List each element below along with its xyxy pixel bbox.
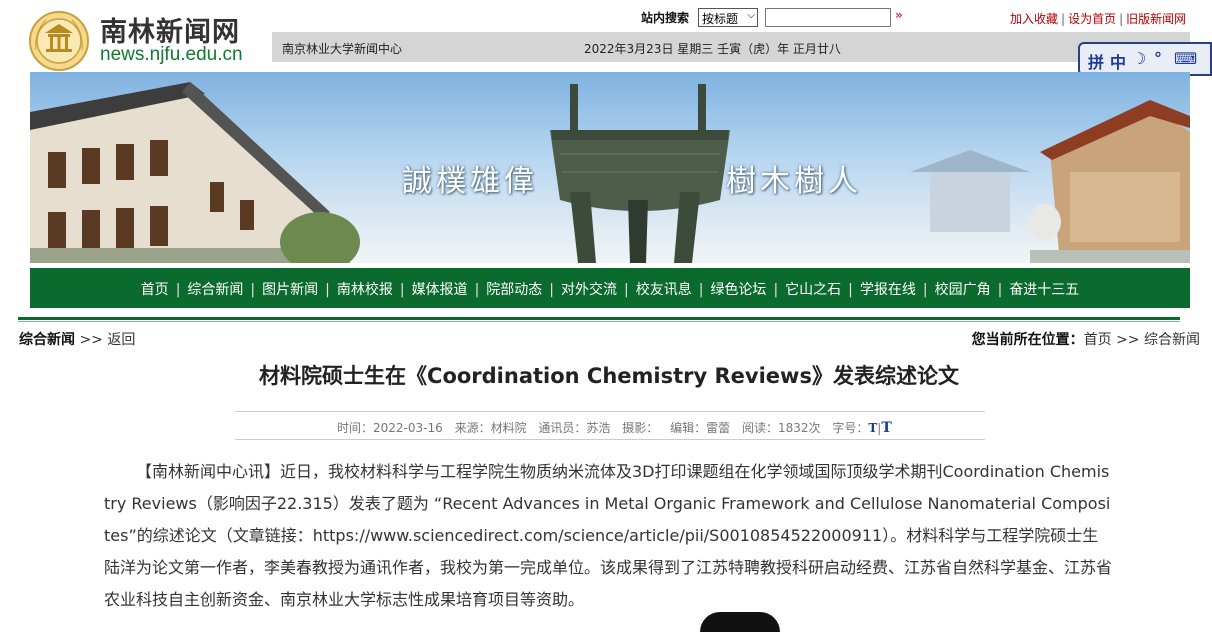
nav-item[interactable]: 首页 (141, 282, 169, 298)
nav-separator: | (325, 282, 330, 298)
font-size-large-button[interactable]: T (881, 420, 891, 436)
nav-items: 首页 | 综合新闻 | 图片新闻 | 南林校报 | 媒体报道 | 院部动态 | 对外交流 | 校友讯息 | 绿色… (30, 279, 1190, 299)
article-body: 【南林新闻中心讯】近日，我校材料科学与工程学院生物质纳米流体及3D打印课题组在化… (104, 456, 1112, 616)
section-divider (18, 317, 1180, 320)
breadcrumb-current-link[interactable]: 综合新闻 (1144, 332, 1200, 348)
nav-separator: | (250, 282, 256, 298)
location-label: 您当前所在位置： (971, 332, 1084, 348)
nav-item[interactable]: 学报在线 (860, 282, 916, 298)
section-name[interactable]: 综合新闻 (19, 332, 75, 348)
meta-reporter: 通讯员：苏浩 (538, 421, 611, 435)
meta-fontsize-label: 字号： (832, 421, 869, 435)
current-date: 2022年3月23日 星期三 壬寅（虎）年 正月廿八 (584, 42, 841, 56)
set-homepage-link[interactable]: 设为首页 (1068, 12, 1116, 26)
nav-separator: | (399, 282, 405, 298)
chinese-mode-icon[interactable]: 中 (1110, 49, 1126, 73)
back-prefix: >> (79, 332, 103, 348)
site-url[interactable]: news.njfu.edu.cn (100, 44, 243, 66)
banner-slogan-right: 樹木樹人 (726, 164, 862, 199)
meta-time: 时间：2022-03-16 (337, 421, 443, 435)
org-name: 南京林业大学新闻中心 (282, 42, 403, 56)
punctuation-icon[interactable]: ° (1154, 49, 1162, 68)
pinyin-icon[interactable]: 拼 (1088, 49, 1104, 73)
article-meta: 时间：2022-03-16 来源：材料院 通讯员：苏浩 摄影： 编辑：雷蕾 阅读… (337, 419, 892, 436)
search-input[interactable] (765, 8, 891, 27)
breadcrumb-home-link[interactable]: 首页 (1084, 332, 1112, 348)
nav-separator: | (922, 282, 928, 298)
old-site-link[interactable]: 旧版新闻网 (1126, 12, 1186, 26)
main-nav: 首页 | 综合新闻 | 图片新闻 | 南林校报 | 媒体报道 | 院部动态 | 对外交流 | 校友讯息 | 绿色… (30, 268, 1190, 308)
nav-item[interactable]: 综合新闻 (187, 282, 243, 298)
meta-editor: 编辑：雷蕾 (670, 421, 731, 435)
section-breadcrumb: 综合新闻 >> 返回 (19, 329, 135, 349)
section-divider-thin (18, 321, 1180, 322)
nav-item[interactable]: 绿色论坛 (710, 282, 766, 298)
keyboard-icon[interactable]: ⌨ (1174, 49, 1197, 68)
nav-item[interactable]: 奋进十三五 (1009, 282, 1079, 298)
meta-divider-top (235, 411, 985, 412)
nav-item[interactable]: 校友讯息 (636, 282, 692, 298)
search-scope-select[interactable]: 按标题 ⌵ (698, 8, 758, 27)
banner-slogan-left: 誠樸雄偉 (402, 164, 538, 199)
moon-icon[interactable]: ☽ (1132, 49, 1146, 68)
nav-separator: | (624, 282, 629, 298)
ime-toolbar[interactable]: 拼 中 ☽ ° ⌨ (1078, 42, 1212, 76)
nav-item[interactable]: 媒体报道 (412, 282, 468, 298)
info-bar: 南京林业大学新闻中心 2022年3月23日 星期三 壬寅（虎）年 正月廿八 (272, 32, 1190, 62)
nav-separator: | (474, 282, 480, 298)
meta-divider-bottom (235, 439, 985, 440)
nav-item[interactable]: 它山之石 (785, 282, 841, 298)
breadcrumb-arrow: >> (1116, 332, 1140, 348)
nav-separator: | (848, 282, 853, 298)
nav-item[interactable]: 图片新闻 (262, 282, 318, 298)
meta-views: 阅读：1832次 (741, 421, 821, 435)
nav-item[interactable]: 校园广角 (935, 282, 991, 298)
search-label: 站内搜索 (641, 11, 690, 25)
add-favorite-link[interactable]: 加入收藏 (1010, 12, 1058, 26)
nav-separator: | (997, 282, 1003, 298)
meta-photo: 摄影： (622, 421, 659, 435)
nav-separator: | (773, 282, 779, 298)
campus-banner: 誠樸雄偉 樹木樹人 (30, 72, 1190, 263)
university-emblem-logo[interactable] (28, 10, 90, 72)
article-title: 材料院硕士生在《Coordination Chemistry Reviews》发… (259, 364, 959, 388)
top-links: 加入收藏 | 设为首页 | 旧版新闻网 (1010, 12, 1187, 26)
nav-item[interactable]: 院部动态 (486, 282, 542, 298)
article-image (700, 612, 780, 632)
nav-item[interactable]: 对外交流 (561, 282, 617, 298)
article-paragraph: 【南林新闻中心讯】近日，我校材料科学与工程学院生物质纳米流体及3D打印课题组在化… (104, 462, 1113, 609)
nav-item[interactable]: 南林校报 (337, 282, 393, 298)
nav-separator: | (698, 282, 704, 298)
search-go-button[interactable]: » (895, 8, 903, 22)
font-size-small-button[interactable]: T (868, 421, 877, 435)
chevron-down-icon: ⌵ (747, 10, 755, 21)
back-link[interactable]: 返回 (107, 332, 135, 348)
meta-source: 来源：材料院 (454, 421, 527, 435)
search-scope-value: 按标题 (702, 12, 739, 26)
nav-separator: | (175, 282, 181, 298)
banner-illustration (30, 82, 1190, 263)
nav-separator: | (549, 282, 554, 298)
location-breadcrumb: 您当前所在位置：首页 >> 综合新闻 (972, 329, 1200, 349)
